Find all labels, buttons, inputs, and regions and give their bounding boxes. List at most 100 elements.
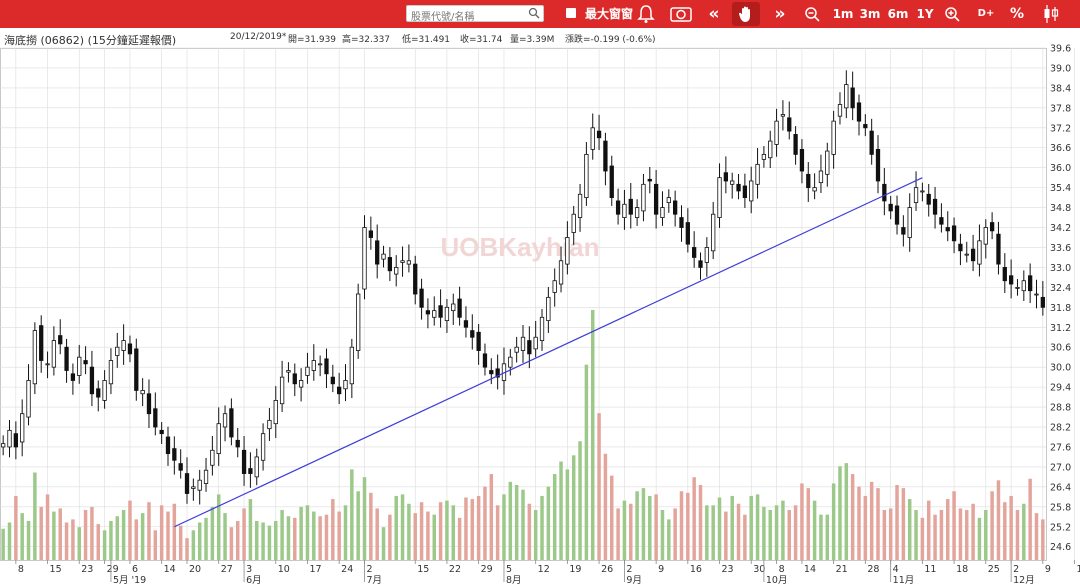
- volume-bar: [318, 516, 322, 560]
- volume-bar: [77, 527, 81, 560]
- volume-bar: [115, 516, 120, 560]
- volume-bar: [806, 488, 811, 560]
- x-tick-label: 27: [221, 564, 233, 575]
- volume-bar: [654, 494, 658, 560]
- y-tick-label: 24.6: [1050, 542, 1071, 553]
- trendline: [174, 177, 923, 528]
- candle-body: [425, 310, 431, 315]
- volume-bar: [857, 486, 861, 560]
- candle-body: [20, 413, 25, 443]
- volume-bar: [267, 525, 272, 560]
- volume-bar: [584, 364, 589, 560]
- hand-tool-button[interactable]: [732, 2, 760, 26]
- maximize-label[interactable]: 最大窗窗: [581, 0, 637, 28]
- range-1y-button[interactable]: 1Y: [912, 0, 938, 28]
- volume-bar: [1015, 510, 1020, 560]
- volume-bar: [1003, 502, 1007, 560]
- range-6m-button[interactable]: 6m: [885, 0, 911, 28]
- camera-icon[interactable]: [670, 6, 692, 22]
- x-tick-label: 14: [804, 564, 816, 575]
- candle-body: [907, 207, 912, 238]
- x-tick-label: 2: [626, 564, 632, 575]
- candle-body: [812, 187, 817, 192]
- candle-body: [945, 227, 950, 232]
- candle-body: [634, 207, 640, 218]
- volume-bar: [781, 500, 785, 560]
- maximize-checkbox[interactable]: [566, 8, 576, 18]
- y-tick-label: 30.0: [1050, 363, 1071, 374]
- x-tick-label: 22: [449, 564, 461, 575]
- scroll-left-button[interactable]: «: [702, 0, 726, 28]
- y-tick-label: 34.8: [1050, 203, 1071, 214]
- x-tick-label: 2: [367, 564, 373, 575]
- zoom-in-icon[interactable]: [944, 6, 960, 22]
- candle-body: [1040, 296, 1045, 308]
- y-tick-label: 36.0: [1050, 163, 1071, 174]
- volume-bar: [255, 520, 259, 560]
- candle-body: [32, 330, 38, 385]
- percent-button[interactable]: %: [1006, 0, 1028, 28]
- candle-body: [780, 114, 786, 117]
- y-tick-label: 36.6: [1050, 143, 1071, 154]
- volume-bar: [426, 511, 430, 560]
- period-plus-button[interactable]: D+: [974, 0, 998, 28]
- range-3m-button[interactable]: 3m: [857, 0, 883, 28]
- volume-bar: [14, 495, 18, 560]
- volume-bar: [261, 522, 265, 560]
- candle-body: [362, 227, 367, 290]
- volume-bar: [679, 491, 684, 560]
- search-icon[interactable]: [528, 7, 540, 19]
- volume-bar: [140, 513, 145, 560]
- bell-icon[interactable]: [636, 4, 656, 24]
- zoom-out-icon[interactable]: [804, 6, 820, 22]
- candle-body: [533, 336, 538, 350]
- search-input[interactable]: 股票代號/名稱: [406, 5, 544, 23]
- candle-body: [298, 380, 304, 388]
- volume-bar: [39, 506, 43, 560]
- x-tick-label: 8: [779, 564, 785, 575]
- volume-bar: [147, 502, 151, 560]
- volume-bar: [958, 508, 963, 560]
- volume-bar: [438, 502, 443, 560]
- candle-body: [140, 390, 145, 395]
- candle-body: [178, 463, 183, 471]
- volume-bar: [71, 519, 75, 560]
- candle-icon[interactable]: [1042, 4, 1060, 24]
- volume-bar: [83, 510, 88, 560]
- candle-body: [432, 310, 437, 318]
- candle-body: [1034, 293, 1039, 296]
- candle-body: [457, 298, 462, 318]
- candle-body: [349, 346, 354, 385]
- x-tick-label: 26: [601, 564, 613, 575]
- volume-bar: [1034, 513, 1039, 560]
- volume-bar: [381, 527, 386, 560]
- volume-bar: [876, 488, 880, 560]
- candle-body: [248, 468, 253, 474]
- candle-body: [970, 248, 976, 262]
- volume-bar: [445, 500, 449, 560]
- volume-bar: [698, 485, 703, 560]
- candle-body: [210, 449, 215, 466]
- price-chart[interactable]: 39.6 39.0 38.4 37.8 37.2 36.6 36.0 35.4 34.8 34.2…: [0, 44, 1080, 586]
- candle-body: [400, 260, 405, 263]
- volume-bar: [901, 488, 906, 560]
- scroll-right-button[interactable]: »: [768, 0, 792, 28]
- volume-bar: [45, 494, 50, 560]
- candle-body: [184, 473, 190, 494]
- candle-body: [692, 247, 697, 258]
- volume-bar: [26, 520, 31, 560]
- candle-body: [622, 203, 627, 218]
- range-1m-button[interactable]: 1m: [830, 0, 856, 28]
- volume-bar: [977, 517, 982, 560]
- candle-body: [799, 149, 805, 172]
- volume-bar: [724, 511, 728, 560]
- candle-body: [913, 187, 919, 203]
- candle-body: [806, 173, 811, 189]
- candle-body: [102, 380, 107, 401]
- candle-body: [565, 237, 570, 265]
- candle-body: [279, 376, 285, 405]
- volume-bar: [159, 505, 164, 560]
- volume-bar: [90, 506, 94, 560]
- candle-body: [26, 380, 31, 418]
- y-tick-label: 38.4: [1050, 83, 1071, 94]
